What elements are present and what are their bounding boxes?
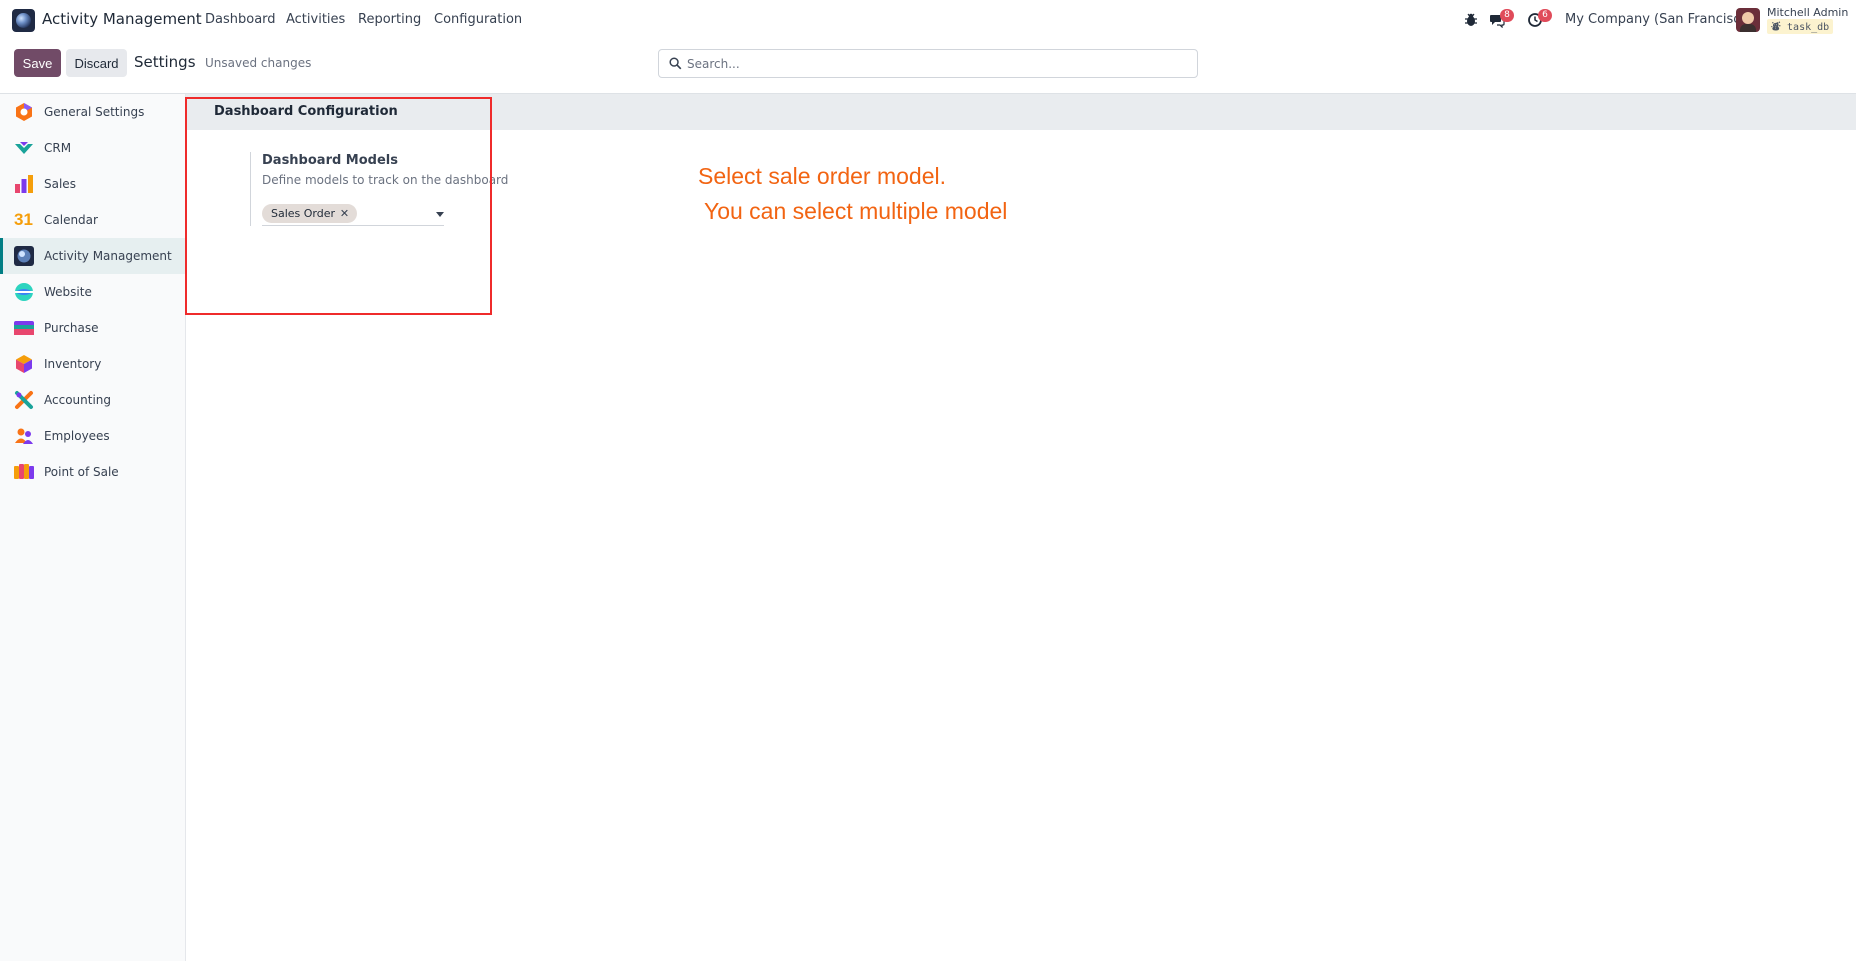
sidebar-item-label: Inventory [44, 357, 102, 371]
employees-icon [15, 428, 33, 444]
crm-icon [15, 142, 33, 154]
discard-button[interactable]: Discard [66, 49, 127, 77]
menu-configuration[interactable]: Configuration [434, 12, 522, 27]
sidebar-item-label: Employees [44, 429, 110, 443]
menu-dashboard[interactable]: Dashboard [205, 12, 276, 27]
setting-description: Define models to track on the dashboard [262, 173, 509, 187]
sidebar-item-purchase[interactable]: Purchase [0, 310, 185, 346]
tag-sales-order: Sales Order ✕ [262, 204, 358, 223]
top-navbar: Activity Management Dashboard Activities… [0, 0, 1856, 40]
sidebar-item-label: Purchase [44, 321, 99, 335]
sidebar-item-point-of-sale[interactable]: Point of Sale [0, 454, 185, 490]
activities-badge: 6 [1538, 9, 1552, 22]
accounting-icon [15, 391, 33, 409]
user-name[interactable]: Mitchell Admin [1767, 6, 1848, 19]
close-icon[interactable]: ✕ [340, 204, 349, 223]
sidebar-item-label: CRM [44, 141, 72, 155]
sidebar-item-calendar[interactable]: 31 Calendar [0, 202, 185, 238]
sidebar-item-label: Point of Sale [44, 465, 119, 479]
sidebar-item-label: General Settings [44, 105, 145, 119]
sidebar-item-activity-management[interactable]: Activity Management [0, 238, 185, 274]
sidebar-item-label: Sales [44, 177, 76, 191]
settings-sidebar: General Settings CRM Sales 31 Calendar A… [0, 94, 186, 961]
app-name[interactable]: Activity Management [42, 10, 202, 28]
sidebar-item-website[interactable]: Website [0, 274, 185, 310]
sales-icon [15, 175, 33, 193]
activity-management-icon [14, 246, 34, 266]
general-settings-icon [16, 103, 32, 121]
purchase-icon [14, 321, 34, 335]
section-header [186, 94, 1856, 130]
database-name: ⛇ task_db [1767, 19, 1834, 34]
database-label: task_db [1787, 22, 1830, 33]
company-switcher[interactable]: My Company (San Francisco) [1565, 12, 1753, 27]
sidebar-item-label: Calendar [44, 213, 98, 227]
sidebar-item-employees[interactable]: Employees [0, 418, 185, 454]
sidebar-item-crm[interactable]: CRM [0, 130, 185, 166]
sidebar-item-general-settings[interactable]: General Settings [0, 94, 185, 130]
sidebar-item-inventory[interactable]: Inventory [0, 346, 185, 382]
inventory-icon [16, 355, 32, 373]
save-button[interactable]: Save [14, 49, 61, 77]
annotation-line-2: You can select multiple model [698, 198, 1008, 224]
section-title: Dashboard Configuration [214, 104, 398, 119]
chevron-down-icon[interactable] [436, 212, 444, 217]
annotation-line-1: Select sale order model. [698, 163, 947, 189]
messages-badge: 8 [1500, 9, 1514, 22]
sidebar-item-label: Accounting [44, 393, 112, 407]
unsaved-indicator: Unsaved changes [205, 56, 312, 70]
website-icon [15, 283, 33, 301]
calendar-icon: 31 [14, 210, 33, 229]
sidebar-item-label: Website [44, 285, 92, 299]
page-title: Settings [134, 53, 196, 71]
sidebar-item-accounting[interactable]: Accounting [0, 382, 185, 418]
control-panel: Save Discard Settings Unsaved changes [0, 40, 1856, 94]
menu-reporting[interactable]: Reporting [358, 12, 421, 27]
menu-activities[interactable]: Activities [286, 12, 345, 27]
tag-label: Sales Order [271, 207, 336, 220]
sidebar-item-label: Activity Management [44, 249, 172, 263]
activity-management-app-icon[interactable] [12, 9, 35, 32]
sidebar-item-sales[interactable]: Sales [0, 166, 185, 202]
avatar[interactable] [1736, 8, 1760, 32]
search-icon [669, 57, 682, 70]
point-of-sale-icon [14, 464, 34, 479]
search-box[interactable] [658, 49, 1198, 78]
dashboard-models-field[interactable]: Sales Order ✕ [262, 204, 444, 226]
setting-divider [250, 152, 251, 226]
setting-title: Dashboard Models [262, 153, 398, 168]
search-input[interactable] [687, 54, 1187, 74]
bug-icon[interactable] [1463, 12, 1479, 28]
